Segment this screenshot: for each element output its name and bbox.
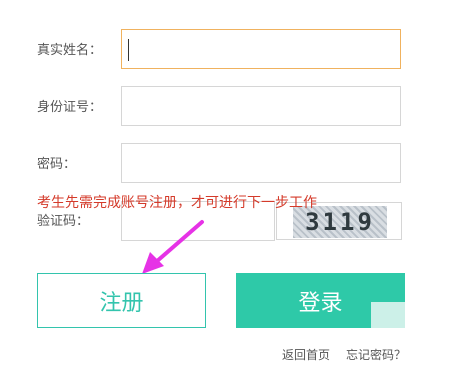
registration-notice: 考生先需完成账号注册，才可进行下一步工作 [37, 194, 317, 210]
register-button-label: 注册 [99, 289, 144, 315]
name-label: 真实姓名： [37, 42, 103, 57]
text-caret [128, 39, 129, 61]
login-button-label: 登录 [298, 289, 343, 315]
login-button-corner [371, 302, 405, 328]
id-number-field[interactable] [121, 86, 401, 126]
password-label: 密码： [37, 156, 77, 171]
forgot-password-link[interactable]: 忘记密码？ [346, 346, 406, 363]
register-button[interactable]: 注册 [37, 273, 206, 328]
back-home-link[interactable]: 返回首页 [282, 346, 330, 363]
id-label: 身份证号： [37, 99, 103, 114]
captcha-label: 验证码： [37, 213, 90, 228]
magenta-arrow-icon [142, 220, 204, 274]
name-field[interactable] [121, 29, 401, 69]
login-button[interactable]: 登录 [236, 273, 405, 328]
password-field[interactable] [121, 143, 401, 183]
